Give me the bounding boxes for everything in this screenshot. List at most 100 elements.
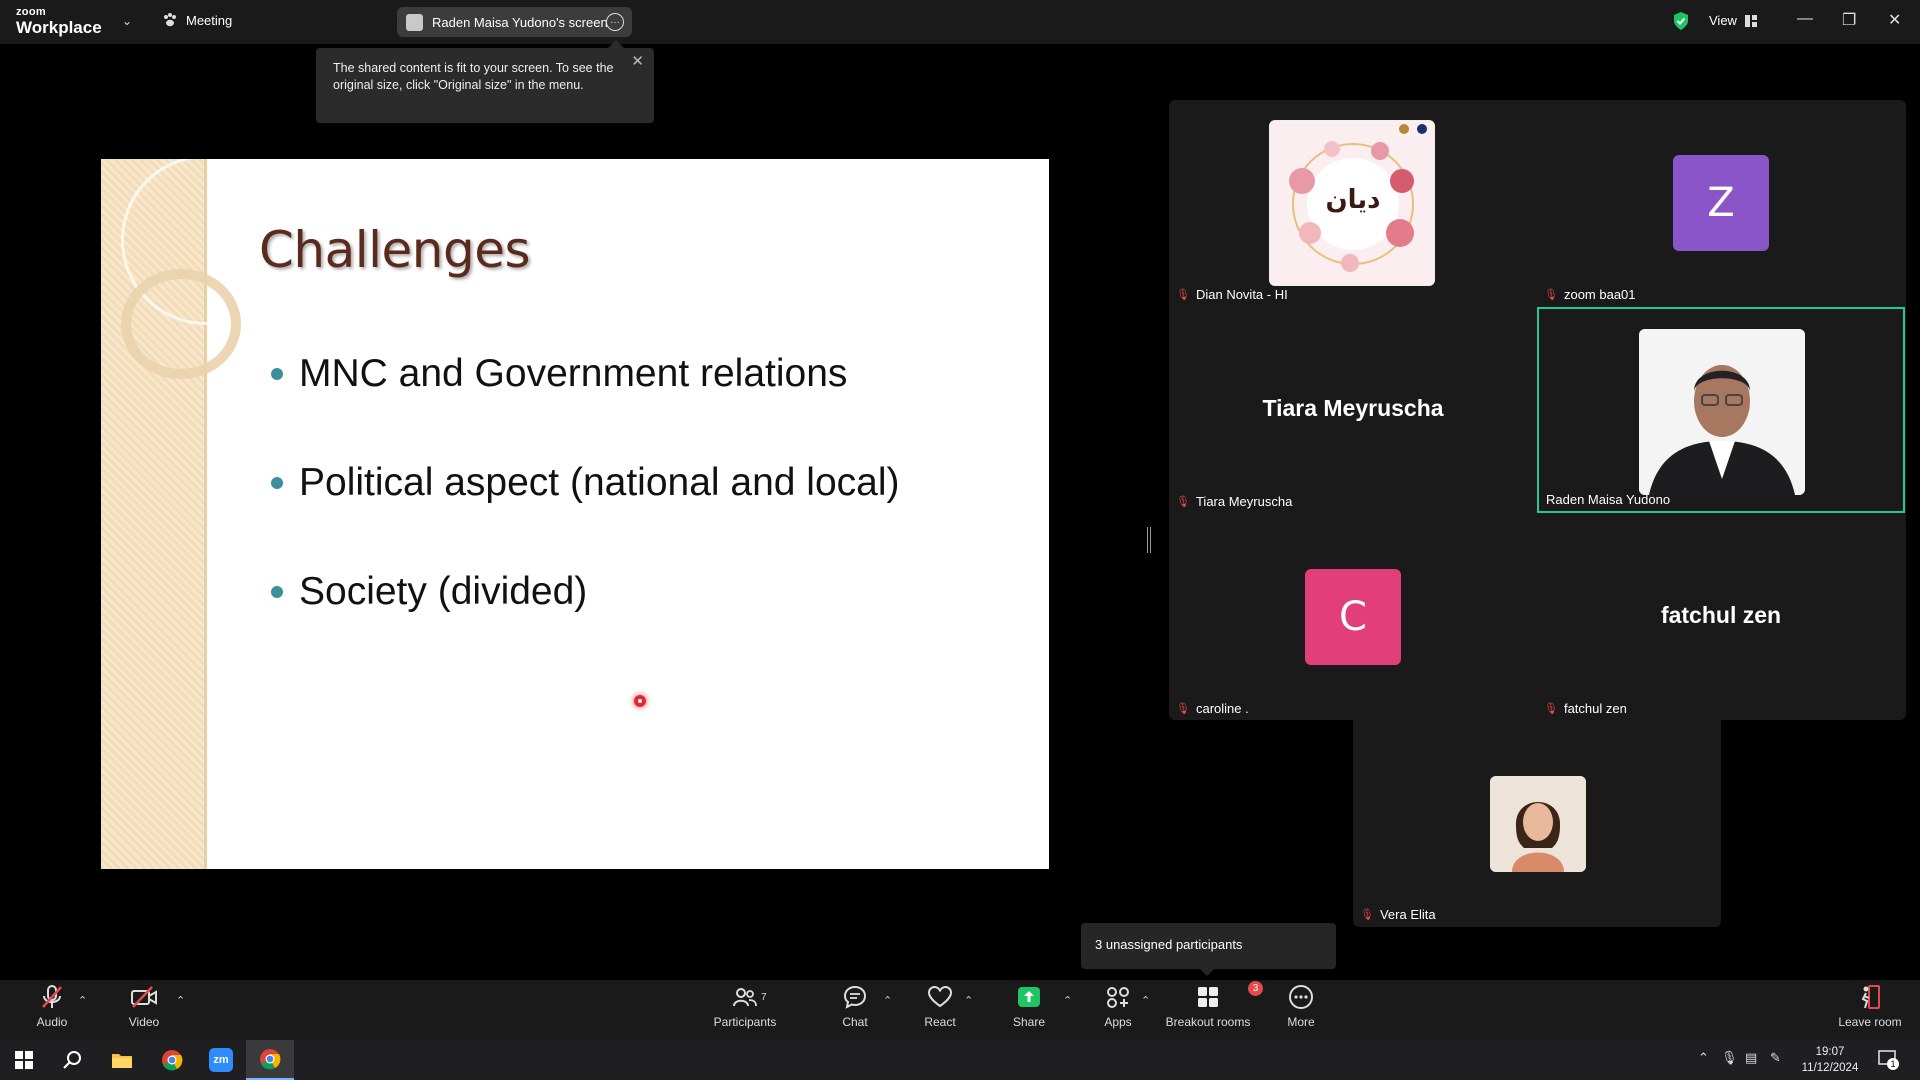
bullet-dot <box>271 586 283 598</box>
unassigned-participants-text: 3 unassigned participants <box>1095 937 1243 952</box>
participant-name-label: 🎙︎ caroline . <box>1176 701 1249 716</box>
meeting-button[interactable]: Meeting <box>162 12 232 28</box>
avatar: ديان <box>1269 120 1435 286</box>
tooltip-text: The shared content is fit to your screen… <box>333 61 614 92</box>
meeting-toolbar: Audio ⌃ Video ⌃ Participants 7 Chat ⌃ Re… <box>0 980 1920 1040</box>
chat-options-caret[interactable]: ⌃ <box>883 994 892 1007</box>
encryption-shield-icon[interactable] <box>1672 11 1690 31</box>
audio-label: Audio <box>36 1015 68 1029</box>
panel-splitter-handle[interactable] <box>1147 527 1151 553</box>
participant-tile[interactable]: ديان 🎙︎ Dian Novita - HI <box>1169 100 1537 306</box>
leave-room-button[interactable]: Leave room <box>1835 980 1905 1040</box>
mic-muted-icon: 🎙︎ <box>1176 496 1190 508</box>
participant-name: zoom baa01 <box>1563 287 1636 302</box>
title-bar: zoom Workplace ⌄ Meeting Raden Maisa Yud… <box>0 0 1920 44</box>
more-options-icon[interactable]: … <box>606 13 624 31</box>
bullet-text: Society (divided) <box>299 570 588 613</box>
video-options-caret[interactable]: ⌃ <box>176 994 185 1007</box>
mic-muted-icon <box>42 985 62 1008</box>
participant-tile[interactable]: Z 🎙︎ zoom baa01 <box>1537 100 1905 306</box>
shared-screen: Challenges MNC and Government relations … <box>6 158 1142 870</box>
logo-bottom-text: Workplace <box>16 18 102 37</box>
laser-pointer <box>634 695 646 707</box>
apps-icon <box>1107 987 1129 1008</box>
screen-share-label: Raden Maisa Yudono's screen <box>432 14 608 30</box>
participants-button[interactable]: Participants <box>712 980 778 1040</box>
mic-muted-icon: 🎙︎ <box>1544 289 1558 301</box>
breakout-rooms-button[interactable]: 3 Breakout rooms <box>1162 980 1263 1040</box>
breakout-rooms-icon <box>1198 987 1218 1007</box>
close-icon[interactable]: ✕ <box>631 53 644 70</box>
taskbar-clock[interactable]: 19:07 11/12/2024 <box>1786 1044 1874 1076</box>
participant-tile[interactable]: C 🎙︎ caroline . <box>1169 514 1537 720</box>
popup-arrow <box>1200 969 1214 976</box>
close-window-icon[interactable]: ✕ <box>1888 10 1901 30</box>
share-button[interactable]: Share <box>1009 980 1049 1040</box>
participant-name-label: 🎙︎ Dian Novita - HI <box>1176 287 1288 302</box>
apps-options-caret[interactable]: ⌃ <box>1141 994 1150 1007</box>
bullet-text: MNC and Government relations <box>299 352 848 395</box>
profile-photo <box>1639 329 1805 495</box>
share-options-caret[interactable]: ⌃ <box>1063 994 1072 1007</box>
video-button[interactable]: Video <box>124 980 164 1040</box>
more-button[interactable]: More <box>1281 980 1321 1040</box>
meeting-label: Meeting <box>186 12 233 28</box>
clock-time: 19:07 <box>1815 1046 1845 1058</box>
heart-icon <box>927 985 953 1008</box>
participants-count: 7 <box>761 992 767 1003</box>
microphone-tray-icon[interactable]: 🎙︎ <box>1721 1050 1738 1066</box>
participant-name-label: Raden Maisa Yudono <box>1546 492 1670 507</box>
slide-decor-ring <box>121 269 241 379</box>
chat-label: Chat <box>842 1015 868 1029</box>
restore-icon[interactable]: ❐ <box>1842 10 1856 30</box>
chrome-active-icon[interactable] <box>246 1040 294 1080</box>
participant-display-name: fatchul zen <box>1660 602 1782 628</box>
more-label: More <box>1287 1015 1315 1029</box>
unassigned-participants-popup[interactable]: 3 unassigned participants <box>1081 923 1336 969</box>
avatar <box>1639 329 1805 495</box>
video-off-icon <box>131 986 157 1008</box>
react-options-caret[interactable]: ⌃ <box>964 994 973 1007</box>
leave-room-label: Leave room <box>1838 1015 1902 1029</box>
apps-button[interactable]: Apps <box>1098 980 1138 1040</box>
tray-chevron-up-icon[interactable]: ⌃ <box>1698 1050 1709 1066</box>
participant-name: Vera Elita <box>1379 907 1436 922</box>
participant-tile-active-speaker[interactable]: Raden Maisa Yudono <box>1537 307 1905 513</box>
breakout-rooms-label: Breakout rooms <box>1165 1015 1251 1029</box>
windows-start-icon[interactable] <box>0 1040 48 1080</box>
minimize-icon[interactable]: — <box>1797 10 1813 28</box>
screen-share-pill[interactable]: Raden Maisa Yudono's screen … <box>397 7 632 37</box>
mic-muted-icon: 🎙︎ <box>1176 703 1190 715</box>
mic-muted-icon: 🎙︎ <box>1176 289 1190 301</box>
pen-icon[interactable]: ✎ <box>1770 1050 1781 1066</box>
video-label: Video <box>128 1015 160 1029</box>
chat-button[interactable]: Chat <box>835 980 875 1040</box>
avatar-calligraphy: ديان <box>1325 185 1381 215</box>
logo-top-text: zoom <box>16 6 46 18</box>
audio-options-caret[interactable]: ⌃ <box>78 994 87 1007</box>
slide-bullet: MNC and Government relations <box>271 352 847 396</box>
participant-tile[interactable]: fatchul zen 🎙︎ fatchul zen <box>1537 514 1905 720</box>
notifications-icon[interactable]: 1 <box>1878 1050 1899 1070</box>
participant-tile[interactable]: 🎙︎ Vera Elita <box>1353 720 1721 926</box>
chrome-icon[interactable] <box>148 1040 196 1080</box>
grid-view-icon <box>1744 14 1757 27</box>
chevron-down-icon[interactable]: ⌄ <box>122 14 132 28</box>
participant-name: Tiara Meyruscha <box>1195 494 1293 509</box>
react-button[interactable]: React <box>920 980 960 1040</box>
zoom-app-icon[interactable]: zm <box>197 1040 245 1080</box>
slide-title: Challenges <box>259 221 531 279</box>
clock-date: 11/12/2024 <box>1801 1062 1859 1074</box>
search-icon[interactable] <box>48 1040 96 1080</box>
mic-muted-icon: 🎙︎ <box>1544 703 1558 715</box>
view-button[interactable]: View <box>1709 13 1757 28</box>
file-explorer-icon[interactable] <box>98 1040 146 1080</box>
paw-icon <box>164 13 176 27</box>
audio-button[interactable]: Audio <box>32 980 72 1040</box>
windows-taskbar: zm ⌃ 🎙︎ ▤ ✎ 19:07 11/12/2024 1 <box>0 1040 1920 1080</box>
participant-name-label: 🎙︎ zoom baa01 <box>1544 287 1636 302</box>
view-label: View <box>1709 13 1737 28</box>
fit-to-screen-tooltip: The shared content is fit to your screen… <box>316 48 654 123</box>
network-icon[interactable]: ▤ <box>1745 1050 1757 1066</box>
participant-tile[interactable]: Tiara Meyruscha 🎙︎ Tiara Meyruscha <box>1169 307 1537 513</box>
